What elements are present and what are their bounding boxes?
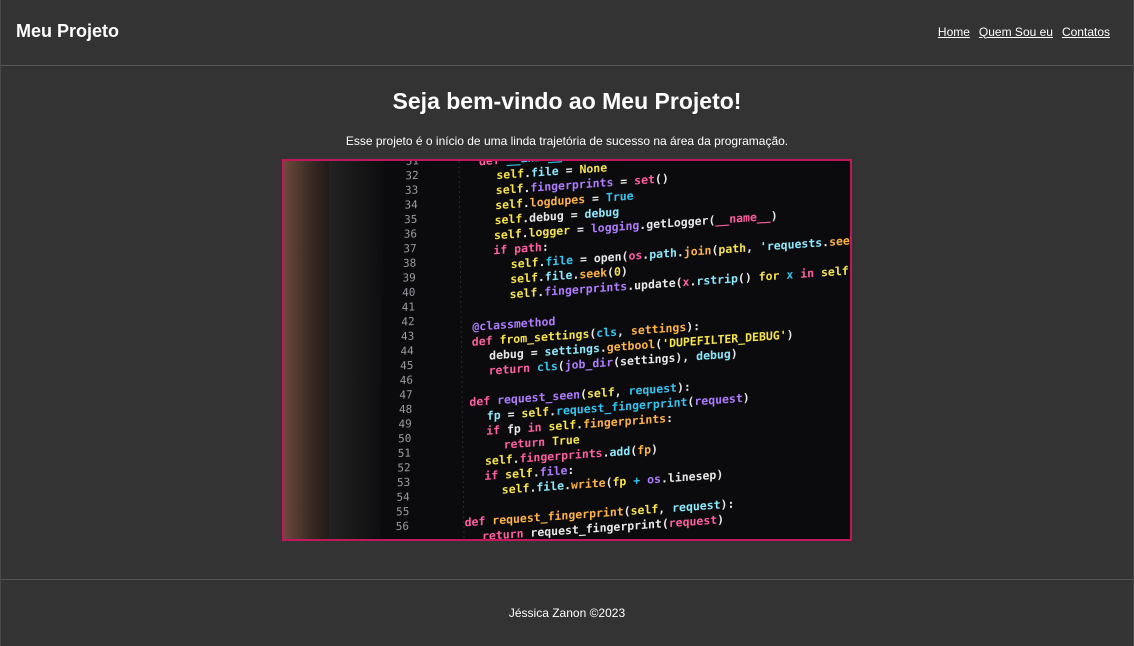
code-line-number: 33 xyxy=(405,184,418,197)
code-line-number: 34 xyxy=(405,198,419,211)
page-title: Seja bem-vindo ao Meu Projeto! xyxy=(392,88,742,114)
site-header: Meu Projeto Home Quem Sou eu Contatos xyxy=(1,0,1133,66)
code-line-number: 51 xyxy=(398,447,411,460)
main-nav: Home Quem Sou eu Contatos xyxy=(938,25,1110,39)
code-line-number: 54 xyxy=(397,490,411,503)
code-line-number: 46 xyxy=(400,373,413,386)
code-line-number: 37 xyxy=(403,242,416,255)
code-line-number: 49 xyxy=(399,417,412,430)
nav-link-quem-sou-eu[interactable]: Quem Sou eu xyxy=(979,25,1053,39)
code-line-number: 45 xyxy=(400,359,413,372)
page: Meu Projeto Home Quem Sou eu Contatos Se… xyxy=(0,0,1134,646)
code-line-number: 36 xyxy=(404,227,417,240)
code-line-number: 32 xyxy=(405,169,418,182)
code-line-number: 35 xyxy=(404,213,417,226)
code-line-number: 55 xyxy=(396,505,409,518)
code-line-number: 38 xyxy=(403,257,416,270)
code-line-number: 48 xyxy=(399,403,412,416)
code-line-number: 50 xyxy=(398,432,411,445)
code-line-number: 42 xyxy=(401,315,414,328)
code-line-number: 52 xyxy=(397,461,410,474)
code-line-number: 40 xyxy=(402,286,415,299)
intro-text: Esse projeto é o início de uma linda tra… xyxy=(345,134,789,148)
code-line-number: 41 xyxy=(402,300,415,313)
code-line-number: 31 xyxy=(406,159,419,168)
site-footer: Jéssica Zanon ©2023 xyxy=(1,580,1133,646)
hero-code-image: 3132 3334 3536 37 3839 4041 42 4344 4546 47 4849 50… xyxy=(282,159,852,541)
code-line-number: 56 xyxy=(396,520,409,533)
footer-copyright: Jéssica Zanon ©2023 xyxy=(508,606,626,620)
code-line-number: 47 xyxy=(399,388,412,401)
code-line-number: 53 xyxy=(397,476,410,489)
main-content: Seja bem-vindo ao Meu Projeto! Esse proj… xyxy=(1,66,1133,580)
code-line-number: 43 xyxy=(401,330,414,343)
nav-link-contatos[interactable]: Contatos xyxy=(1062,25,1110,39)
code-line-number: 44 xyxy=(401,344,415,357)
nav-link-home[interactable]: Home xyxy=(938,25,970,39)
code-line-number: 39 xyxy=(403,271,416,284)
brand-title: Meu Projeto xyxy=(16,21,120,41)
